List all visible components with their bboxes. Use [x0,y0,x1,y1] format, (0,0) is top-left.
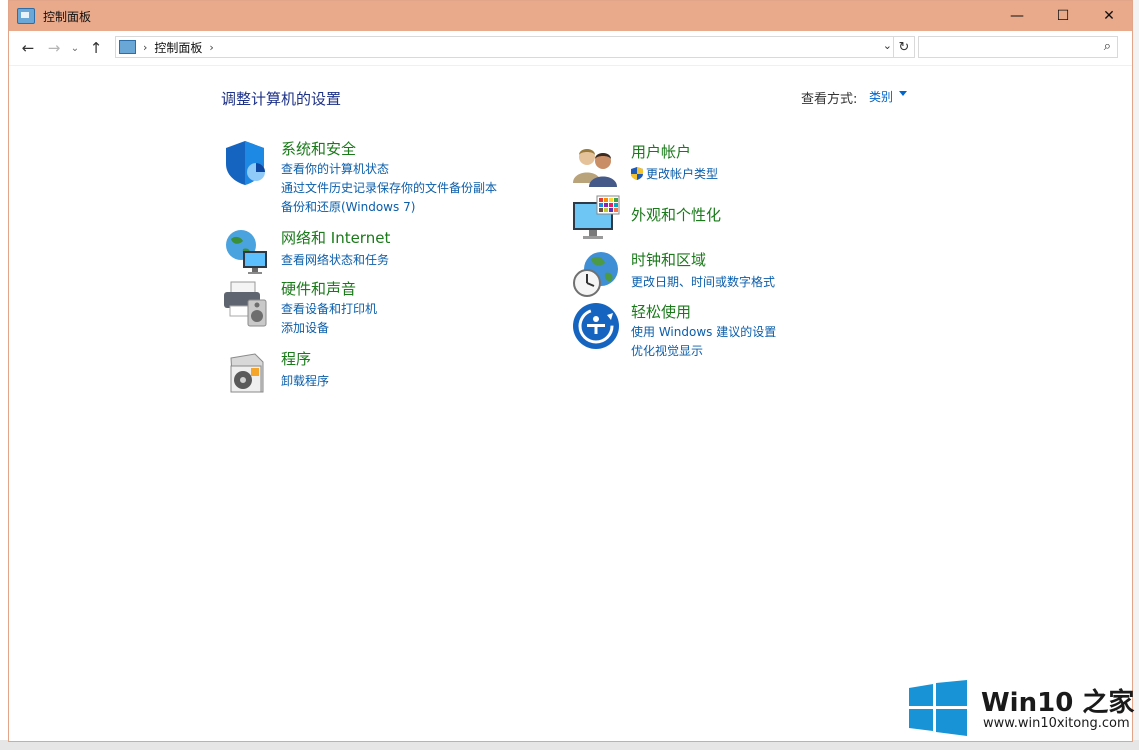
category-clock-region: 时钟和区域 更改日期、时间或数字格式 [571,249,891,297]
refresh-button[interactable]: ↻ [893,37,914,57]
category-title[interactable]: 外观和个性化 [631,204,721,225]
window-title: 控制面板 [43,9,92,24]
programs-disc-icon[interactable] [221,348,271,398]
category-title[interactable]: 网络和 Internet [281,227,390,248]
uac-shield-icon [631,167,643,180]
control-panel-small-icon [119,40,136,54]
category-programs: 程序 卸载程序 [221,348,521,396]
category-network-internet: 网络和 Internet 查看网络状态和任务 [221,227,521,274]
category-ease-of-access: 轻松使用 使用 Windows 建议的设置 优化视觉显示 [571,301,891,361]
view-by-dropdown[interactable]: 类别 [869,88,893,105]
address-bar[interactable]: › 控制面板 › ⌄ ↻ [115,36,915,58]
maximize-button[interactable]: ☐ [1040,1,1086,31]
control-panel-app-icon [17,8,35,24]
change-account-type-link[interactable]: 更改帐户类型 [631,165,718,182]
control-panel-window: 控制面板 — ☐ ✕ ← → ⌄ ↑ › 控制面板 › ⌄ ↻ ⌕ 调整计算机的… [8,0,1133,742]
recent-locations-button[interactable]: ⌄ [67,35,83,61]
windows-logo-icon [909,680,967,736]
breadcrumb-control-panel[interactable]: 控制面板 [154,39,202,56]
shield-icon[interactable] [221,138,271,188]
watermark-url: www.win10xitong.com [983,716,1130,731]
forward-button[interactable]: → [41,35,67,61]
users-icon[interactable] [571,141,621,191]
category-user-accounts: 用户帐户 更改帐户类型 [571,141,891,187]
monitor-palette-icon[interactable] [571,194,621,244]
breadcrumb-chevron-icon[interactable]: › [143,41,147,54]
category-link[interactable]: 查看网络状态和任务 [281,251,389,268]
category-link[interactable]: 更改日期、时间或数字格式 [631,273,775,290]
category-link[interactable]: 备份和还原(Windows 7) [281,198,415,215]
watermark-title: Win10 之家 [981,688,1135,718]
view-by-label: 查看方式: [801,92,858,107]
category-title[interactable]: 系统和安全 [281,138,356,159]
category-link[interactable]: 更改帐户类型 [646,167,718,181]
category-appearance-personalization: 外观和个性化 [571,194,891,244]
title-bar[interactable]: 控制面板 — ☐ ✕ [9,1,1132,31]
printer-speaker-icon[interactable] [221,278,271,328]
page-heading: 调整计算机的设置 [221,90,342,108]
category-link[interactable]: 查看设备和打印机 [281,300,377,317]
address-dropdown-chevron-icon[interactable]: ⌄ [883,39,892,52]
category-title[interactable]: 程序 [281,348,311,369]
category-system-security: 系统和安全 查看你的计算机状态 通过文件历史记录保存你的文件备份副本 备份和还原… [221,138,521,218]
category-link[interactable]: 优化视觉显示 [631,342,703,359]
close-button[interactable]: ✕ [1086,1,1132,31]
ease-of-access-icon[interactable] [571,301,621,351]
clock-globe-icon[interactable] [571,249,621,299]
window-controls: — ☐ ✕ [994,1,1132,31]
category-title[interactable]: 用户帐户 [631,141,691,162]
category-title[interactable]: 硬件和声音 [281,278,356,299]
view-by-chevron-icon[interactable] [899,91,907,96]
category-title[interactable]: 时钟和区域 [631,249,706,270]
network-globe-icon[interactable] [221,227,271,277]
breadcrumb-chevron-icon[interactable]: › [209,41,213,54]
search-box[interactable]: ⌕ [918,36,1118,58]
category-title[interactable]: 轻松使用 [631,301,691,322]
search-icon[interactable]: ⌕ [1104,39,1111,54]
navigation-bar: ← → ⌄ ↑ › 控制面板 › ⌄ ↻ ⌕ [9,31,1132,66]
back-button[interactable]: ← [15,35,41,61]
category-link[interactable]: 添加设备 [281,319,329,336]
category-link[interactable]: 卸载程序 [281,372,329,389]
category-link[interactable]: 通过文件历史记录保存你的文件备份副本 [281,179,497,196]
category-hardware-sound: 硬件和声音 查看设备和打印机 添加设备 [221,278,521,338]
category-link[interactable]: 使用 Windows 建议的设置 [631,323,776,340]
win10-watermark: Win10 之家 www.win10xitong.com [905,676,1135,742]
up-button[interactable]: ↑ [83,35,109,61]
category-link[interactable]: 查看你的计算机状态 [281,160,389,177]
minimize-button[interactable]: — [994,1,1040,31]
